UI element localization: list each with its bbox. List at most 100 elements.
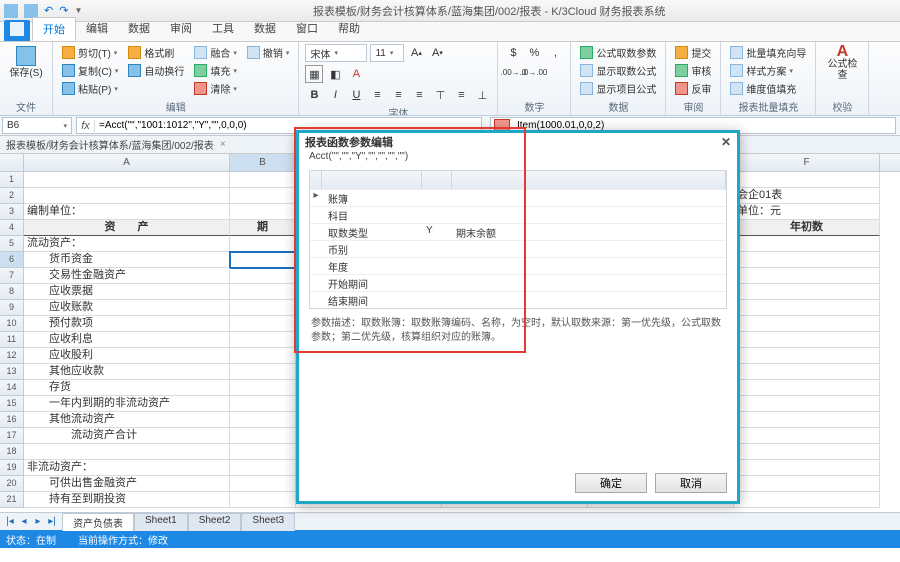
row-header[interactable]: 8 xyxy=(0,284,24,300)
cell[interactable] xyxy=(734,380,880,396)
cell[interactable] xyxy=(230,476,296,492)
cell[interactable] xyxy=(230,252,296,268)
cell[interactable] xyxy=(230,188,296,204)
cell[interactable] xyxy=(230,348,296,364)
menu-tab-0[interactable]: 开始 xyxy=(32,17,76,41)
col-header-B[interactable]: B xyxy=(230,154,296,171)
param-row[interactable]: 取数类型Y期末余额 xyxy=(310,223,726,240)
undo-icon[interactable]: ↶ xyxy=(44,4,53,17)
menu-tab-7[interactable]: 帮助 xyxy=(328,17,370,41)
fill-button[interactable]: 填充▾ xyxy=(191,62,240,79)
param-value[interactable] xyxy=(422,292,452,308)
cell[interactable]: 交易性金融资产 xyxy=(24,268,230,284)
format-painter-button[interactable]: 格式刷 xyxy=(125,44,187,61)
cell[interactable] xyxy=(230,284,296,300)
row-header[interactable]: 7 xyxy=(0,268,24,284)
align-right-icon[interactable]: ≡ xyxy=(410,86,428,104)
cell[interactable]: 应收利息 xyxy=(24,332,230,348)
fill-color-icon[interactable]: ◧ xyxy=(326,65,344,83)
font-size-select[interactable]: 11▾ xyxy=(370,44,404,62)
show-formula-button[interactable]: 显示取数公式 xyxy=(577,62,659,79)
menu-tab-2[interactable]: 数据 xyxy=(118,17,160,41)
cut-button[interactable]: 剪切(T)▾ xyxy=(59,44,121,61)
cell[interactable] xyxy=(230,492,296,508)
align-bottom-icon[interactable]: ⊥ xyxy=(473,86,491,104)
col-header-F[interactable]: F xyxy=(734,154,880,171)
row-header[interactable]: 11 xyxy=(0,332,24,348)
cell[interactable] xyxy=(734,460,880,476)
qat-dropdown-icon[interactable]: ▼ xyxy=(74,6,82,15)
submit-button[interactable]: 提交 xyxy=(672,44,714,61)
param-row[interactable]: 结束期间 xyxy=(310,291,726,308)
param-row[interactable]: 开始期间 xyxy=(310,274,726,291)
row-header[interactable]: 5 xyxy=(0,236,24,252)
save-button[interactable]: 保存(S) xyxy=(6,44,46,81)
row-header[interactable]: 12 xyxy=(0,348,24,364)
sheet-tab[interactable]: Sheet1 xyxy=(134,513,188,531)
cell[interactable]: 流动资产合计 xyxy=(24,428,230,444)
cell[interactable] xyxy=(230,236,296,252)
increase-font-icon[interactable]: A▴ xyxy=(407,44,425,62)
menu-tab-6[interactable]: 窗口 xyxy=(286,17,328,41)
row-header[interactable]: 13 xyxy=(0,364,24,380)
cell[interactable] xyxy=(734,348,880,364)
menu-tab-1[interactable]: 编辑 xyxy=(76,17,118,41)
align-center-icon[interactable]: ≡ xyxy=(389,86,407,104)
cell[interactable] xyxy=(230,332,296,348)
ok-button[interactable]: 确定 xyxy=(575,473,647,493)
cell[interactable] xyxy=(734,476,880,492)
cell[interactable] xyxy=(734,332,880,348)
param-row[interactable]: 科目 xyxy=(310,206,726,223)
cell[interactable]: 会企01表 xyxy=(734,188,880,204)
cell[interactable] xyxy=(734,252,880,268)
clear-button[interactable]: 清除▾ xyxy=(191,80,240,97)
cell[interactable] xyxy=(230,172,296,188)
row-header[interactable]: 14 xyxy=(0,380,24,396)
row-header[interactable]: 3 xyxy=(0,204,24,220)
param-row[interactable]: ▸账簿 xyxy=(310,189,726,206)
border-icon[interactable]: ▦ xyxy=(305,65,323,83)
cell[interactable]: 流动资产： xyxy=(24,236,230,252)
cell[interactable] xyxy=(734,396,880,412)
cell[interactable] xyxy=(734,300,880,316)
cell[interactable] xyxy=(230,396,296,412)
first-sheet-icon[interactable]: |◂ xyxy=(4,516,16,527)
col-header-A[interactable]: A xyxy=(24,154,230,171)
bold-icon[interactable]: B xyxy=(305,86,323,104)
cell[interactable] xyxy=(734,316,880,332)
row-header[interactable]: 17 xyxy=(0,428,24,444)
font-name-select[interactable]: 宋体▾ xyxy=(305,44,367,62)
formula-check-button[interactable]: A公式检查 xyxy=(822,44,862,83)
cell[interactable] xyxy=(734,268,880,284)
param-value[interactable] xyxy=(422,241,452,257)
param-row[interactable]: 币别 xyxy=(310,240,726,257)
paste-button[interactable]: 粘贴(P)▾ xyxy=(59,80,121,97)
row-header[interactable]: 4 xyxy=(0,220,24,236)
cell[interactable]: 持有至到期投资 xyxy=(24,492,230,508)
row-header[interactable]: 18 xyxy=(0,444,24,460)
cell[interactable]: 非流动资产： xyxy=(24,460,230,476)
cell[interactable] xyxy=(734,284,880,300)
fx-icon[interactable]: fx xyxy=(77,120,95,132)
param-value[interactable] xyxy=(422,190,452,206)
cell[interactable] xyxy=(230,380,296,396)
row-header[interactable]: 2 xyxy=(0,188,24,204)
cell[interactable]: 可供出售金融资产 xyxy=(24,476,230,492)
cell[interactable]: 单位：元 xyxy=(734,204,880,220)
row-header[interactable]: 16 xyxy=(0,412,24,428)
cell[interactable] xyxy=(230,364,296,380)
copy-button[interactable]: 复制(C)▾ xyxy=(59,62,121,79)
cell[interactable] xyxy=(230,316,296,332)
dialog-close-icon[interactable]: ✕ xyxy=(721,135,731,149)
align-middle-icon[interactable]: ≡ xyxy=(452,86,470,104)
decrease-decimal-icon[interactable]: .0→.00 xyxy=(525,63,543,81)
cell[interactable]: 期 xyxy=(230,220,296,236)
sheet-tab[interactable]: Sheet2 xyxy=(188,513,242,531)
save-icon[interactable] xyxy=(24,4,38,18)
row-header[interactable]: 20 xyxy=(0,476,24,492)
row-header[interactable]: 10 xyxy=(0,316,24,332)
cell[interactable]: 其他应收款 xyxy=(24,364,230,380)
name-box[interactable]: B6▾ xyxy=(2,117,72,134)
align-top-icon[interactable]: ⊤ xyxy=(431,86,449,104)
cell[interactable]: 存货 xyxy=(24,380,230,396)
